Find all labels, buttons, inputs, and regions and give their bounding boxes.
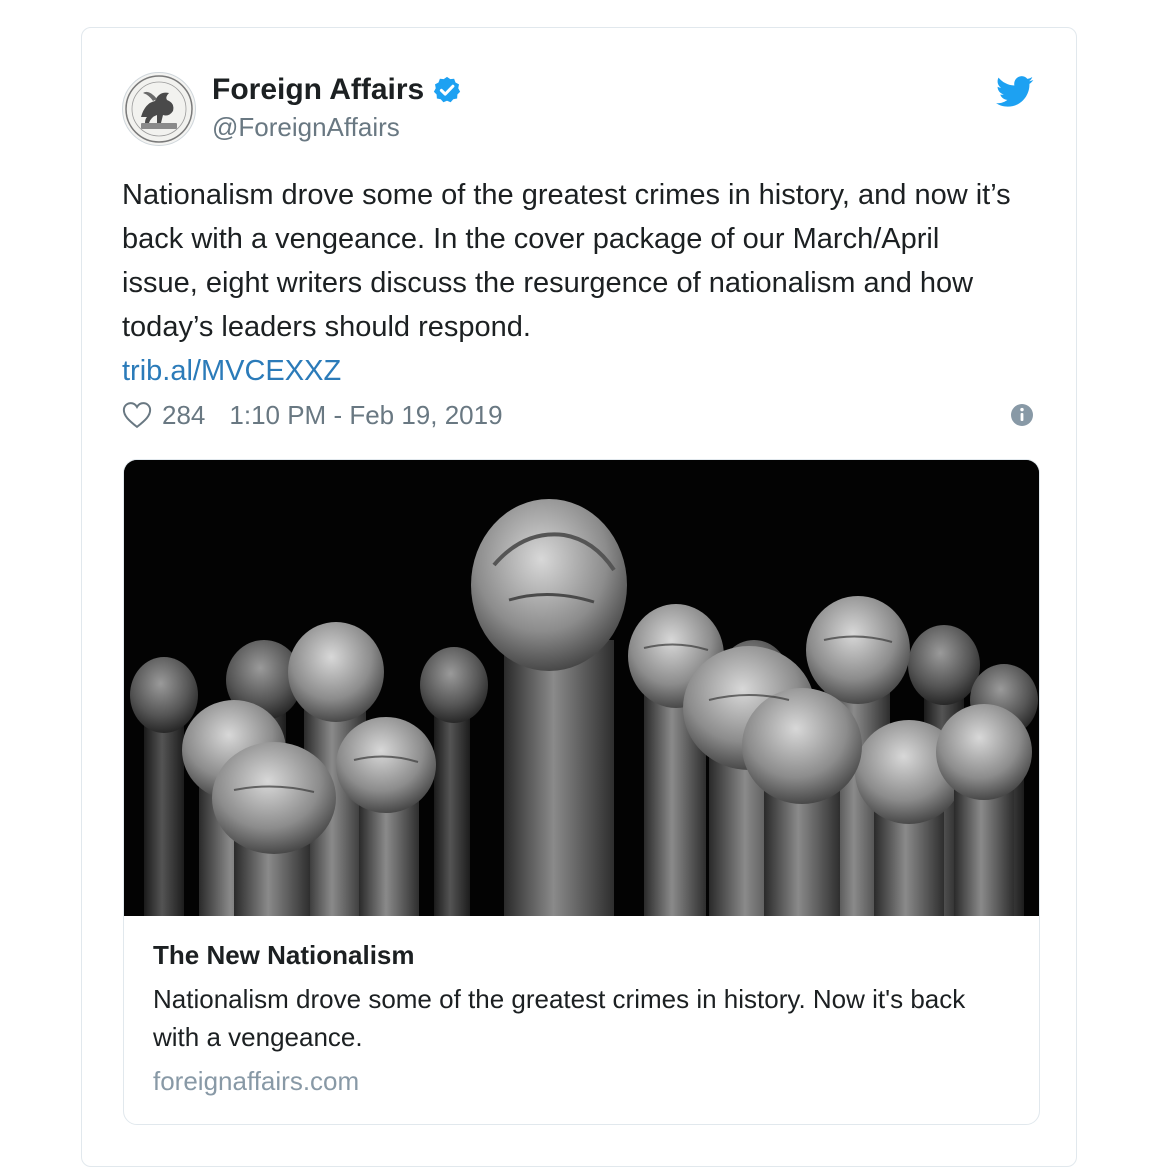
raised-fists-image [124,460,1039,916]
avatar[interactable] [122,72,196,146]
like-count[interactable]: 284 [162,400,205,431]
timestamp[interactable]: 1:10 PM - Feb 19, 2019 [229,400,502,431]
verified-badge-icon [434,76,461,103]
tweet-text: Nationalism drove some of the greatest c… [122,173,1022,393]
pegasus-logo-icon [125,75,193,143]
card-image[interactable] [124,460,1039,916]
screen-name[interactable]: @ForeignAffairs [212,112,462,143]
card-description: Nationalism drove some of the greatest c… [153,984,966,1052]
tweet-header: Foreign Affairs @ForeignAffairs [122,70,1038,150]
author-block[interactable]: Foreign Affairs @ForeignAffairs [212,70,462,143]
twitter-bird-icon[interactable] [996,76,1034,108]
tweet-body: Nationalism drove some of the greatest c… [122,179,1011,343]
embedded-tweet: Foreign Affairs @ForeignAffairs National… [81,27,1077,1167]
info-icon[interactable] [1010,403,1034,427]
card-title[interactable]: The New Nationalism [153,938,1013,972]
link-preview-card[interactable]: The New Nationalism Nationalism drove so… [123,459,1040,1125]
tweet-meta: 284 1:10 PM - Feb 19, 2019 [122,395,1038,435]
card-body[interactable]: The New Nationalism Nationalism drove so… [153,938,1013,1097]
heart-icon[interactable] [122,401,152,429]
card-domain: foreignaffairs.com [153,1066,360,1096]
tweet-link[interactable]: trib.al/MVCEXXZ [122,349,1022,393]
display-name[interactable]: Foreign Affairs [212,73,424,107]
